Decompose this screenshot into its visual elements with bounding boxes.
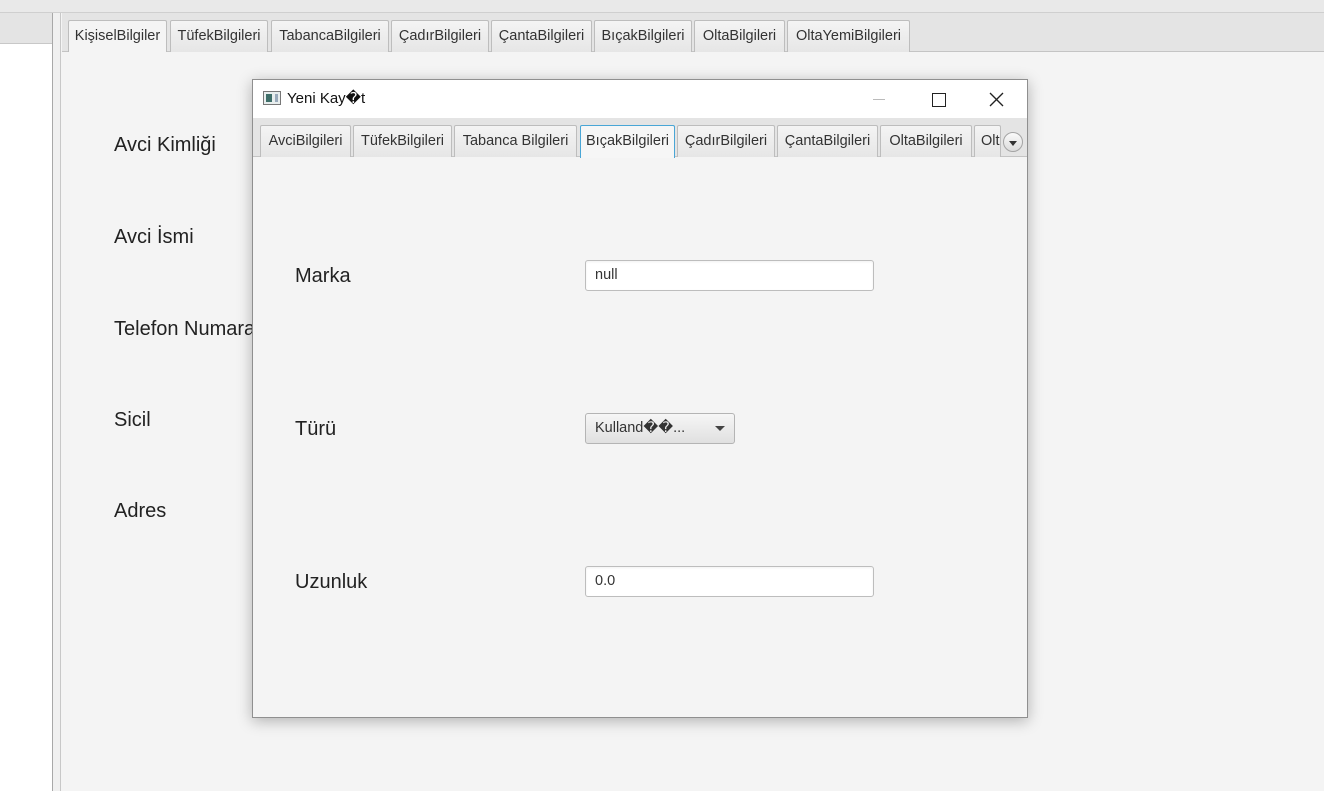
panel-divider[interactable]: [53, 13, 61, 791]
dialog-title: Yeni Kay�t: [287, 90, 366, 107]
tab-olta-yemi-bilgileri-truncated[interactable]: Olt: [974, 125, 1001, 157]
sicil-label: Sicil: [114, 409, 151, 431]
tab-olta-bilgileri[interactable]: OltaBilgileri: [880, 125, 972, 157]
caret-down-icon: [715, 426, 725, 431]
marka-label: Marka: [295, 265, 351, 287]
tab-olta-yemi-bilgileri[interactable]: OltaYemiBilgileri: [787, 20, 910, 52]
tab-canta-bilgileri[interactable]: ÇantaBilgileri: [777, 125, 878, 157]
tab-bicak-bilgileri[interactable]: BıçakBilgileri: [580, 125, 675, 158]
maximize-icon[interactable]: [909, 80, 967, 118]
app-window-icon: [263, 91, 281, 105]
close-icon[interactable]: [967, 80, 1025, 118]
minimize-icon[interactable]: [851, 80, 909, 118]
tab-cadir-bilgileri[interactable]: ÇadırBilgileri: [391, 20, 489, 52]
uzunluk-input[interactable]: 0.0: [585, 566, 874, 597]
new-record-dialog: Yeni Kay�t AvciBilgileri TüfekBilgileri …: [252, 79, 1028, 718]
avci-ismi-label: Avci İsmi: [114, 226, 194, 248]
turu-selected-value: Kulland��...: [595, 420, 686, 436]
tab-cadir-bilgileri[interactable]: ÇadırBilgileri: [677, 125, 775, 157]
dialog-tab-bar: AvciBilgileri TüfekBilgileri Tabanca Bil…: [253, 118, 1027, 158]
tab-canta-bilgileri[interactable]: ÇantaBilgileri: [491, 20, 592, 52]
tab-avci-bilgileri[interactable]: AvciBilgileri: [260, 125, 351, 157]
tab-tufek-bilgileri[interactable]: TüfekBilgileri: [170, 20, 268, 52]
chevron-down-icon[interactable]: [1003, 132, 1023, 152]
adres-label: Adres: [114, 500, 167, 522]
tab-kisisel-bilgiler[interactable]: KişiselBilgiler: [68, 20, 167, 53]
main-tab-bar: KişiselBilgiler TüfekBilgileri TabancaBi…: [62, 13, 1324, 53]
tab-tabanca-bilgileri[interactable]: Tabanca Bilgileri: [454, 125, 577, 157]
tab-olta-bilgileri[interactable]: OltaBilgileri: [694, 20, 785, 52]
tab-tufek-bilgileri[interactable]: TüfekBilgileri: [353, 125, 452, 157]
top-window-bar: [0, 0, 1324, 13]
marka-input[interactable]: null: [585, 260, 874, 291]
turu-combobox[interactable]: Kulland��...: [585, 413, 735, 444]
turu-label: Türü: [295, 418, 337, 440]
uzunluk-label: Uzunluk: [295, 571, 368, 593]
left-panel: [0, 13, 53, 791]
dialog-title-bar[interactable]: Yeni Kay�t: [253, 80, 1027, 118]
left-panel-header: [0, 13, 52, 44]
tab-tabanca-bilgileri[interactable]: TabancaBilgileri: [271, 20, 389, 52]
telefon-numarasi-label: Telefon Numara: [114, 318, 256, 340]
avci-kimligi-label: Avci Kimliği: [114, 134, 216, 156]
close-icon-glyph: [989, 92, 1004, 107]
tab-bicak-bilgileri[interactable]: BıçakBilgileri: [594, 20, 692, 52]
